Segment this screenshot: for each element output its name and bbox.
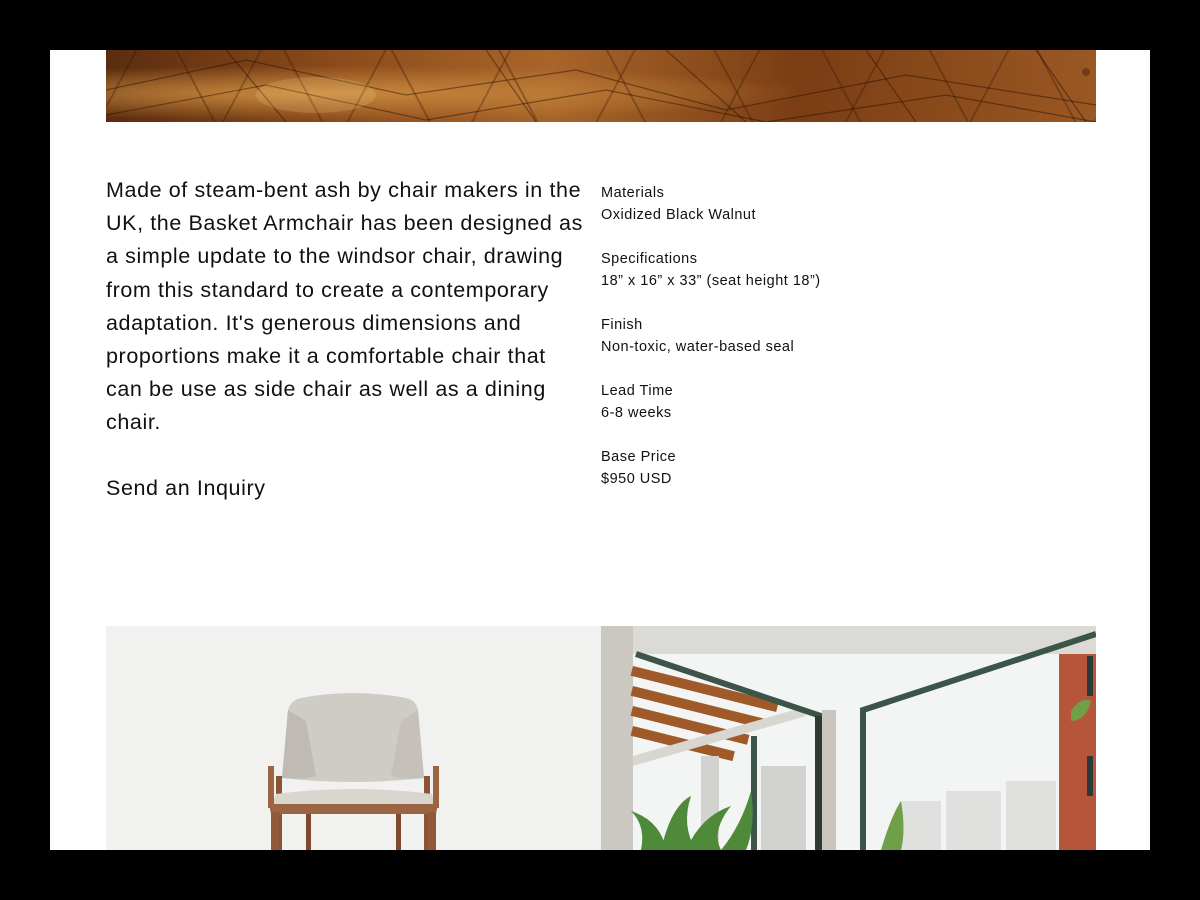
spec-label: Materials [601, 185, 665, 201]
spec-value: $950 USD [601, 471, 672, 487]
spec-value: Non-toxic, water-based seal [601, 339, 795, 355]
spec-lead-time: Lead Time 6-8 weeks [601, 380, 1041, 424]
spec-label: Base Price [601, 449, 677, 465]
spec-specifications: Specifications 18” x 16” x 33” (seat hei… [601, 248, 1041, 292]
interior-balcony-image [601, 626, 1096, 850]
product-description: Made of steam-bent ash by chair makers i… [106, 178, 583, 435]
spec-value: 18” x 16” x 33” (seat height 18”) [601, 273, 821, 289]
spec-label: Lead Time [601, 383, 674, 399]
spec-list: Materials Oxidized Black Walnut Specific… [601, 182, 1041, 512]
hero-wood-floor-image [106, 50, 1096, 122]
send-inquiry-link[interactable]: Send an Inquiry [106, 472, 266, 505]
armchair-product-image [106, 626, 601, 850]
spec-finish: Finish Non-toxic, water-based seal [601, 314, 1041, 358]
spec-materials: Materials Oxidized Black Walnut [601, 182, 1041, 226]
page-frame: Made of steam-bent ash by chair makers i… [50, 50, 1150, 850]
spec-label: Finish [601, 317, 643, 333]
spec-value: 6-8 weeks [601, 405, 672, 421]
spec-base-price: Base Price $950 USD [601, 446, 1041, 490]
spec-label: Specifications [601, 251, 698, 267]
spec-value: Oxidized Black Walnut [601, 207, 757, 223]
